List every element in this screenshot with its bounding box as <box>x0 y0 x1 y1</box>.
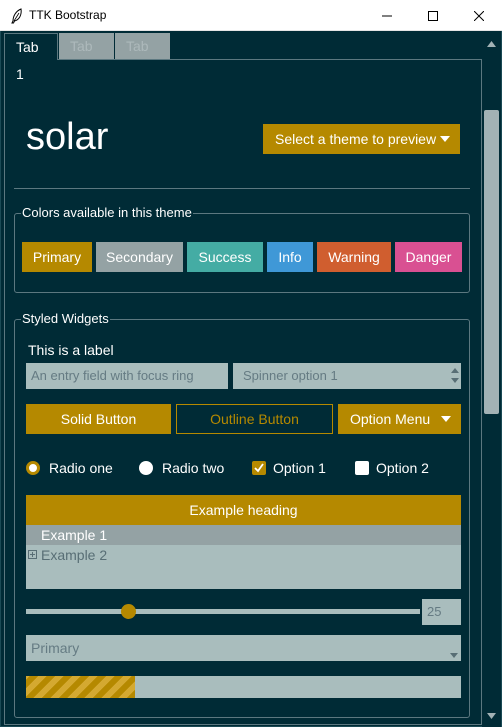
scrollbar-thumb[interactable] <box>484 110 499 414</box>
spin-up-icon[interactable] <box>451 368 459 373</box>
chevron-down-icon <box>440 136 450 142</box>
styled-widgets-frame: Styled Widgets This is a label An entry … <box>14 311 470 718</box>
option-menu[interactable]: Option Menu <box>338 404 461 434</box>
theme-select-menu[interactable]: Select a theme to preview <box>263 124 460 154</box>
colors-frame: Colors available in this theme Primary S… <box>14 205 470 293</box>
tab-3[interactable]: Tab 3 <box>115 33 170 81</box>
maximize-button[interactable] <box>410 0 456 31</box>
radio-unselected-icon <box>139 461 153 475</box>
minimize-icon <box>382 15 392 16</box>
option-2-label: Option 2 <box>376 460 429 476</box>
tab-2[interactable]: Tab 2 <box>59 33 114 81</box>
feather-icon <box>11 8 22 24</box>
outline-button[interactable]: Outline Button <box>176 404 333 434</box>
spin-down-icon[interactable] <box>451 378 459 383</box>
danger-button[interactable]: Danger <box>395 242 462 272</box>
expand-plus-icon[interactable] <box>28 550 37 559</box>
primary-button[interactable]: Primary <box>22 242 92 272</box>
app-window: Tab 1 Tab 2 Tab 3 solar Select a theme t… <box>0 31 502 727</box>
tree-row[interactable]: Example 1 <box>26 525 461 545</box>
chevron-down-icon[interactable] <box>450 653 458 658</box>
treeview[interactable]: Example heading Example 1 Example 2 <box>26 495 461 589</box>
radio-one-label: Radio one <box>49 460 113 476</box>
scroll-down-icon[interactable] <box>486 710 497 721</box>
treeview-heading[interactable]: Example heading <box>26 495 461 525</box>
warning-button[interactable]: Warning <box>317 242 391 272</box>
tab-panel: solar Select a theme to preview Colors a… <box>4 59 482 725</box>
vertical-scrollbar[interactable] <box>482 31 501 727</box>
example-label: This is a label <box>28 342 114 358</box>
combobox-value: Primary <box>31 640 80 656</box>
widgets-frame-legend: Styled Widgets <box>21 311 110 327</box>
radio-one[interactable]: Radio one <box>26 459 113 477</box>
option-menu-label: Option Menu <box>350 411 431 427</box>
option-1-label: Option 1 <box>273 460 326 476</box>
colors-frame-legend: Colors available in this theme <box>21 205 193 221</box>
success-button[interactable]: Success <box>187 242 263 272</box>
theme-select-label: Select a theme to preview <box>275 131 437 147</box>
chevron-down-icon <box>441 416 451 422</box>
window-title-bar: TTK Bootstrap <box>0 0 502 31</box>
secondary-button[interactable]: Secondary <box>96 242 183 272</box>
theme-name-heading: solar <box>26 116 109 158</box>
close-icon <box>474 10 484 21</box>
slider-handle[interactable] <box>120 604 136 619</box>
spinner-field[interactable]: Spinner option 1 <box>233 363 461 389</box>
combobox[interactable]: Primary <box>26 635 461 661</box>
maximize-icon <box>428 10 438 21</box>
solid-button[interactable]: Solid Button <box>26 404 171 434</box>
progress-fill <box>26 676 135 698</box>
scale-value-field[interactable]: 25 <box>422 599 461 625</box>
tree-row[interactable]: Example 2 <box>26 545 461 565</box>
checkbox-unchecked-icon <box>355 461 369 475</box>
scale-slider[interactable] <box>26 604 420 619</box>
window-title: TTK Bootstrap <box>29 8 107 22</box>
checkbox-option-1[interactable]: Option 1 <box>252 459 326 477</box>
close-button[interactable] <box>456 0 502 31</box>
scroll-up-icon[interactable] <box>486 38 497 49</box>
entry-field[interactable]: An entry field with focus ring <box>26 363 228 389</box>
spinner-value: Spinner option 1 <box>243 368 338 383</box>
info-button[interactable]: Info <box>267 242 313 272</box>
progress-bar <box>26 676 461 698</box>
radio-two[interactable]: Radio two <box>139 459 224 477</box>
tree-row-label: Example 2 <box>41 547 108 563</box>
checkbox-checked-icon <box>252 461 266 475</box>
header-separator <box>14 188 470 189</box>
minimize-button[interactable] <box>364 0 410 31</box>
radio-selected-icon <box>26 461 40 475</box>
tab-1[interactable]: Tab 1 <box>4 33 58 82</box>
checkbox-option-2[interactable]: Option 2 <box>355 459 429 477</box>
radio-two-label: Radio two <box>162 460 225 476</box>
